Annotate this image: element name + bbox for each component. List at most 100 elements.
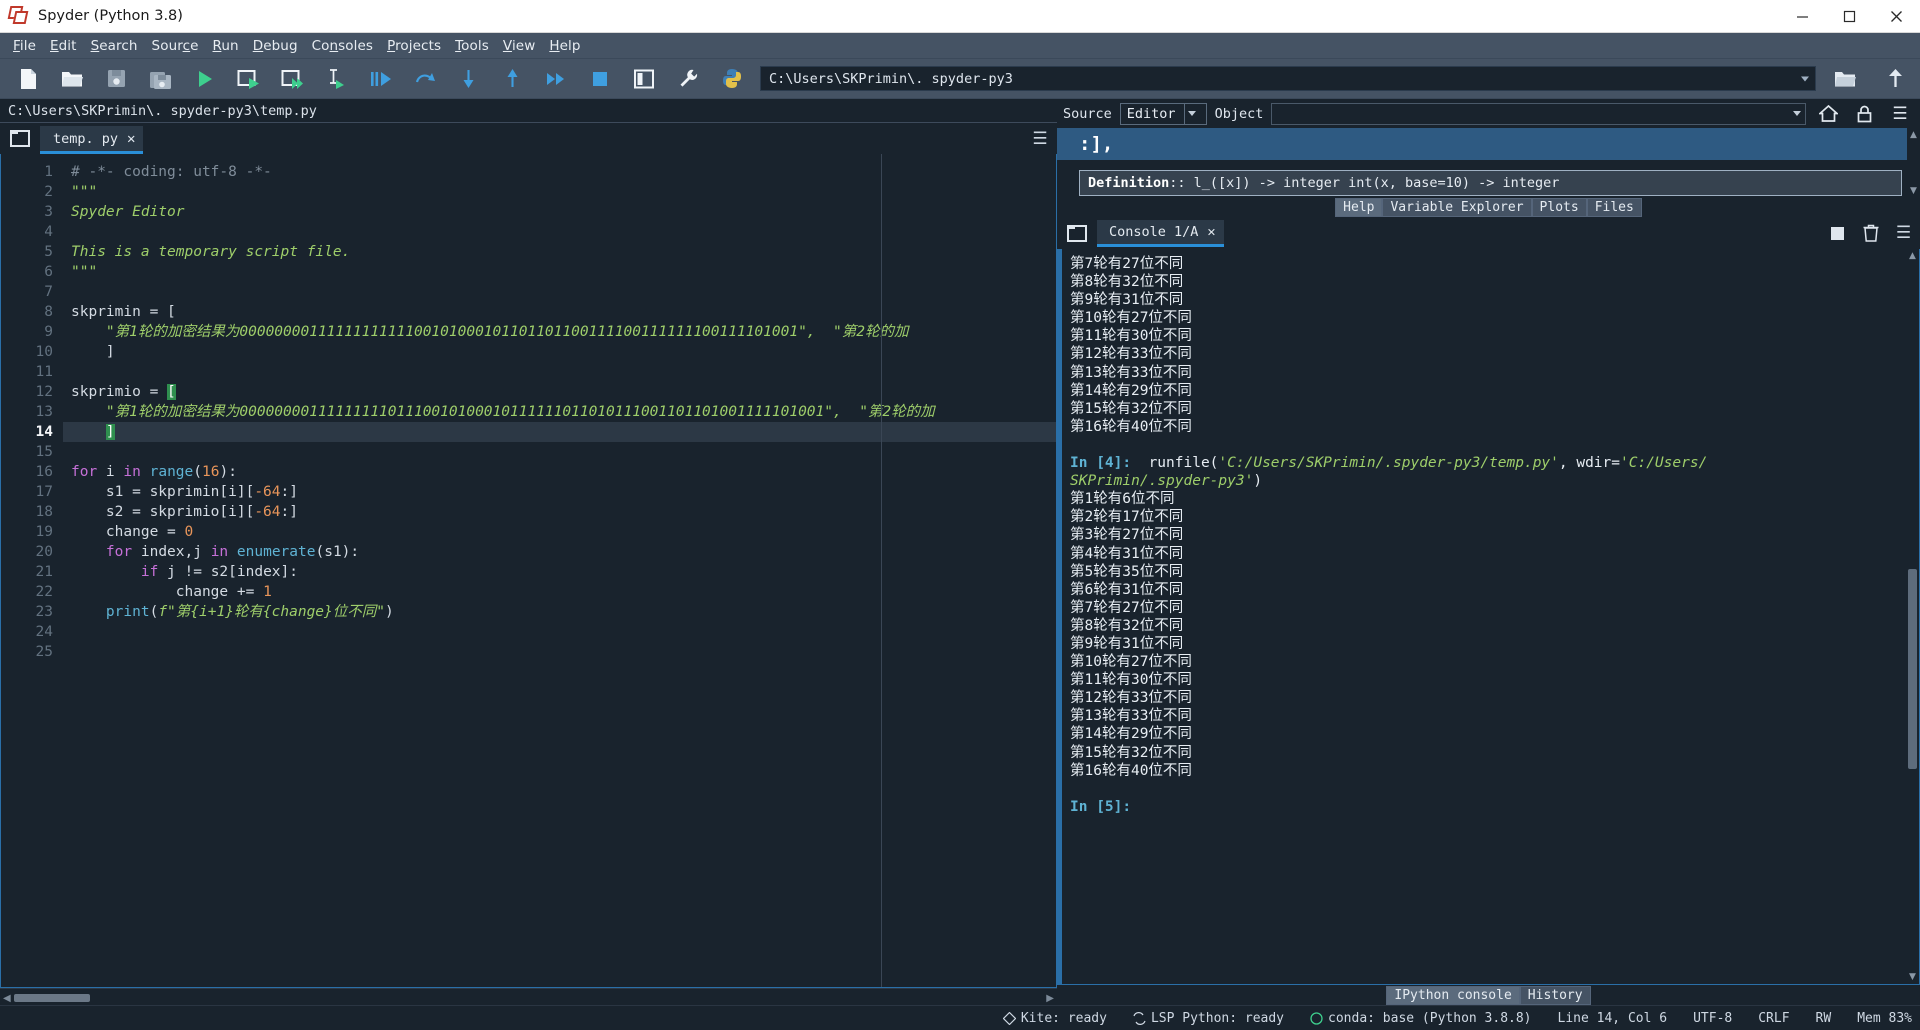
run-file-icon[interactable] xyxy=(182,59,226,99)
line-number: 25 xyxy=(35,644,53,660)
close-button[interactable] xyxy=(1873,0,1920,33)
line-number: 1 xyxy=(44,164,53,180)
line-number: 17 xyxy=(35,484,53,500)
run-cell-icon[interactable] xyxy=(226,59,270,99)
help-object-input[interactable] xyxy=(1271,102,1806,125)
line-number: 22 xyxy=(35,584,53,600)
home-icon[interactable] xyxy=(1814,101,1842,127)
console-line: 第13轮有33位不同 xyxy=(1070,708,1192,725)
menu-consoles[interactable]: Consoles xyxy=(305,36,380,56)
code-line-12: skprimio = [ xyxy=(71,384,176,400)
tab-help[interactable]: Help xyxy=(1335,198,1383,217)
scroll-up-icon[interactable]: ▲ xyxy=(1906,251,1919,261)
open-directory-icon[interactable] xyxy=(1820,59,1870,99)
scroll-down-icon[interactable]: ▼ xyxy=(1906,972,1919,982)
help-definition-text: :: l_([x]) -> integer int(x, base=10) ->… xyxy=(1169,175,1560,191)
stop-icon[interactable] xyxy=(1821,217,1854,249)
python-path-manager-icon[interactable] xyxy=(710,59,754,99)
run-selection-icon[interactable] xyxy=(314,59,358,99)
menu-view[interactable]: View xyxy=(496,36,542,56)
close-icon[interactable]: ✕ xyxy=(127,132,135,146)
scrollbar-thumb[interactable] xyxy=(14,994,90,1002)
menu-source[interactable]: Source xyxy=(145,36,206,56)
console-pane-tab-bar: IPython console History xyxy=(1057,985,1920,1005)
lock-icon[interactable] xyxy=(1850,101,1878,127)
open-file-icon[interactable] xyxy=(50,59,94,99)
remove-trash-icon[interactable] xyxy=(1854,217,1887,249)
console-line: 第3轮有27位不同 xyxy=(1070,527,1184,544)
menu-bar: File Edit Search Source Run Debug Consol… xyxy=(0,33,1920,59)
debug-step-over-icon[interactable] xyxy=(402,59,446,99)
chevron-down-icon[interactable] xyxy=(1801,76,1809,81)
status-cursor-position: Line 14, Col 6 xyxy=(1557,1010,1668,1026)
console-line: 第13轮有33位不同 xyxy=(1070,364,1192,381)
tab-ipython-console[interactable]: IPython console xyxy=(1386,986,1520,1005)
console-line: 第10轮有27位不同 xyxy=(1070,310,1192,327)
debug-step-return-icon[interactable] xyxy=(490,59,534,99)
conda-icon xyxy=(1310,1011,1323,1025)
editor-tab-temp-py[interactable]: temp. py ✕ xyxy=(40,126,144,154)
menu-edit[interactable]: Edit xyxy=(43,36,84,56)
console-tab-label: Console 1/A xyxy=(1109,223,1199,240)
line-number: 6 xyxy=(44,264,53,280)
parent-directory-icon[interactable] xyxy=(1870,59,1920,99)
scrollbar-thumb[interactable] xyxy=(1908,569,1917,769)
help-options-hamburger-icon[interactable]: ☰ xyxy=(1886,101,1914,127)
menu-file[interactable]: File xyxy=(6,36,43,56)
menu-help[interactable]: Help xyxy=(542,36,587,56)
debug-file-icon[interactable] xyxy=(358,59,402,99)
new-file-icon[interactable] xyxy=(6,59,50,99)
code-line-6: """ xyxy=(71,264,98,280)
console-vertical-scrollbar[interactable]: ▲ ▼ xyxy=(1906,249,1919,984)
code-line-1: # -*- coding: utf-8 -*- xyxy=(71,164,272,180)
console-tab-1a[interactable]: Console 1/A ✕ xyxy=(1097,219,1224,247)
chevron-down-icon[interactable] xyxy=(1793,110,1801,116)
menu-debug[interactable]: Debug xyxy=(246,36,305,56)
tab-history[interactable]: History xyxy=(1519,986,1591,1005)
run-cell-advance-icon[interactable] xyxy=(270,59,314,99)
console-line: 第14轮有29位不同 xyxy=(1070,382,1192,399)
help-vertical-scrollbar[interactable]: ▲ ▼ xyxy=(1907,128,1920,198)
debug-step-into-icon[interactable] xyxy=(446,59,490,99)
spyder-window: Spyder (Python 3.8) File Edit Search Sou… xyxy=(0,0,1920,1030)
tab-files[interactable]: Files xyxy=(1586,198,1642,217)
menu-search[interactable]: Search xyxy=(84,36,145,56)
editor-options-hamburger-icon[interactable]: ☰ xyxy=(1023,123,1057,154)
debug-stop-icon[interactable] xyxy=(578,59,622,99)
editor-horizontal-scrollbar[interactable]: ◀ ▶ xyxy=(0,988,1057,1005)
folder-icon[interactable] xyxy=(0,123,40,154)
code-editor[interactable]: 1 2 3 4 5 6 7 8 9 10 11 12 13 14 15 16 1 xyxy=(0,154,1057,988)
preferences-icon[interactable] xyxy=(666,59,710,99)
console-output-area[interactable]: 第7轮有27位不同 第8轮有32位不同 第9轮有31位不同 第10轮有27位不同… xyxy=(1057,249,1920,985)
scroll-right-icon[interactable]: ▶ xyxy=(1046,993,1054,1004)
tab-variable-explorer[interactable]: Variable Explorer xyxy=(1382,198,1532,217)
scroll-left-icon[interactable]: ◀ xyxy=(3,993,11,1004)
console-options-hamburger-icon[interactable]: ☰ xyxy=(1887,217,1920,249)
minimize-button[interactable] xyxy=(1779,0,1826,33)
menu-run[interactable]: Run xyxy=(206,36,246,56)
maximize-button[interactable] xyxy=(1826,0,1873,33)
line-number: 9 xyxy=(44,324,53,340)
working-directory-input[interactable]: C:\Users\SKPrimin\. spyder-py3 xyxy=(760,66,1816,91)
scroll-down-icon[interactable]: ▼ xyxy=(1907,186,1920,196)
maximize-pane-icon[interactable] xyxy=(622,59,666,99)
code-text-area[interactable]: # -*- coding: utf-8 -*- """ Spyder Edito… xyxy=(63,154,1056,987)
menu-projects[interactable]: Projects xyxy=(380,36,448,56)
menu-tools[interactable]: Tools xyxy=(448,36,496,56)
help-source-select[interactable]: Editor xyxy=(1119,102,1207,125)
status-lsp-label: LSP Python: ready xyxy=(1150,1010,1285,1026)
folder-icon[interactable] xyxy=(1057,217,1097,249)
debug-continue-icon[interactable] xyxy=(534,59,578,99)
working-directory-value: C:\Users\SKPrimin\. spyder-py3 xyxy=(769,70,1013,87)
chevron-down-icon[interactable] xyxy=(1183,103,1200,124)
scroll-up-icon[interactable]: ▲ xyxy=(1907,130,1920,140)
console-line: 第9轮有31位不同 xyxy=(1070,635,1184,652)
line-number: 19 xyxy=(35,524,53,540)
save-all-icon[interactable] xyxy=(138,59,182,99)
tab-plots[interactable]: Plots xyxy=(1531,198,1587,217)
close-icon[interactable]: ✕ xyxy=(1207,224,1215,240)
save-file-icon[interactable] xyxy=(94,59,138,99)
